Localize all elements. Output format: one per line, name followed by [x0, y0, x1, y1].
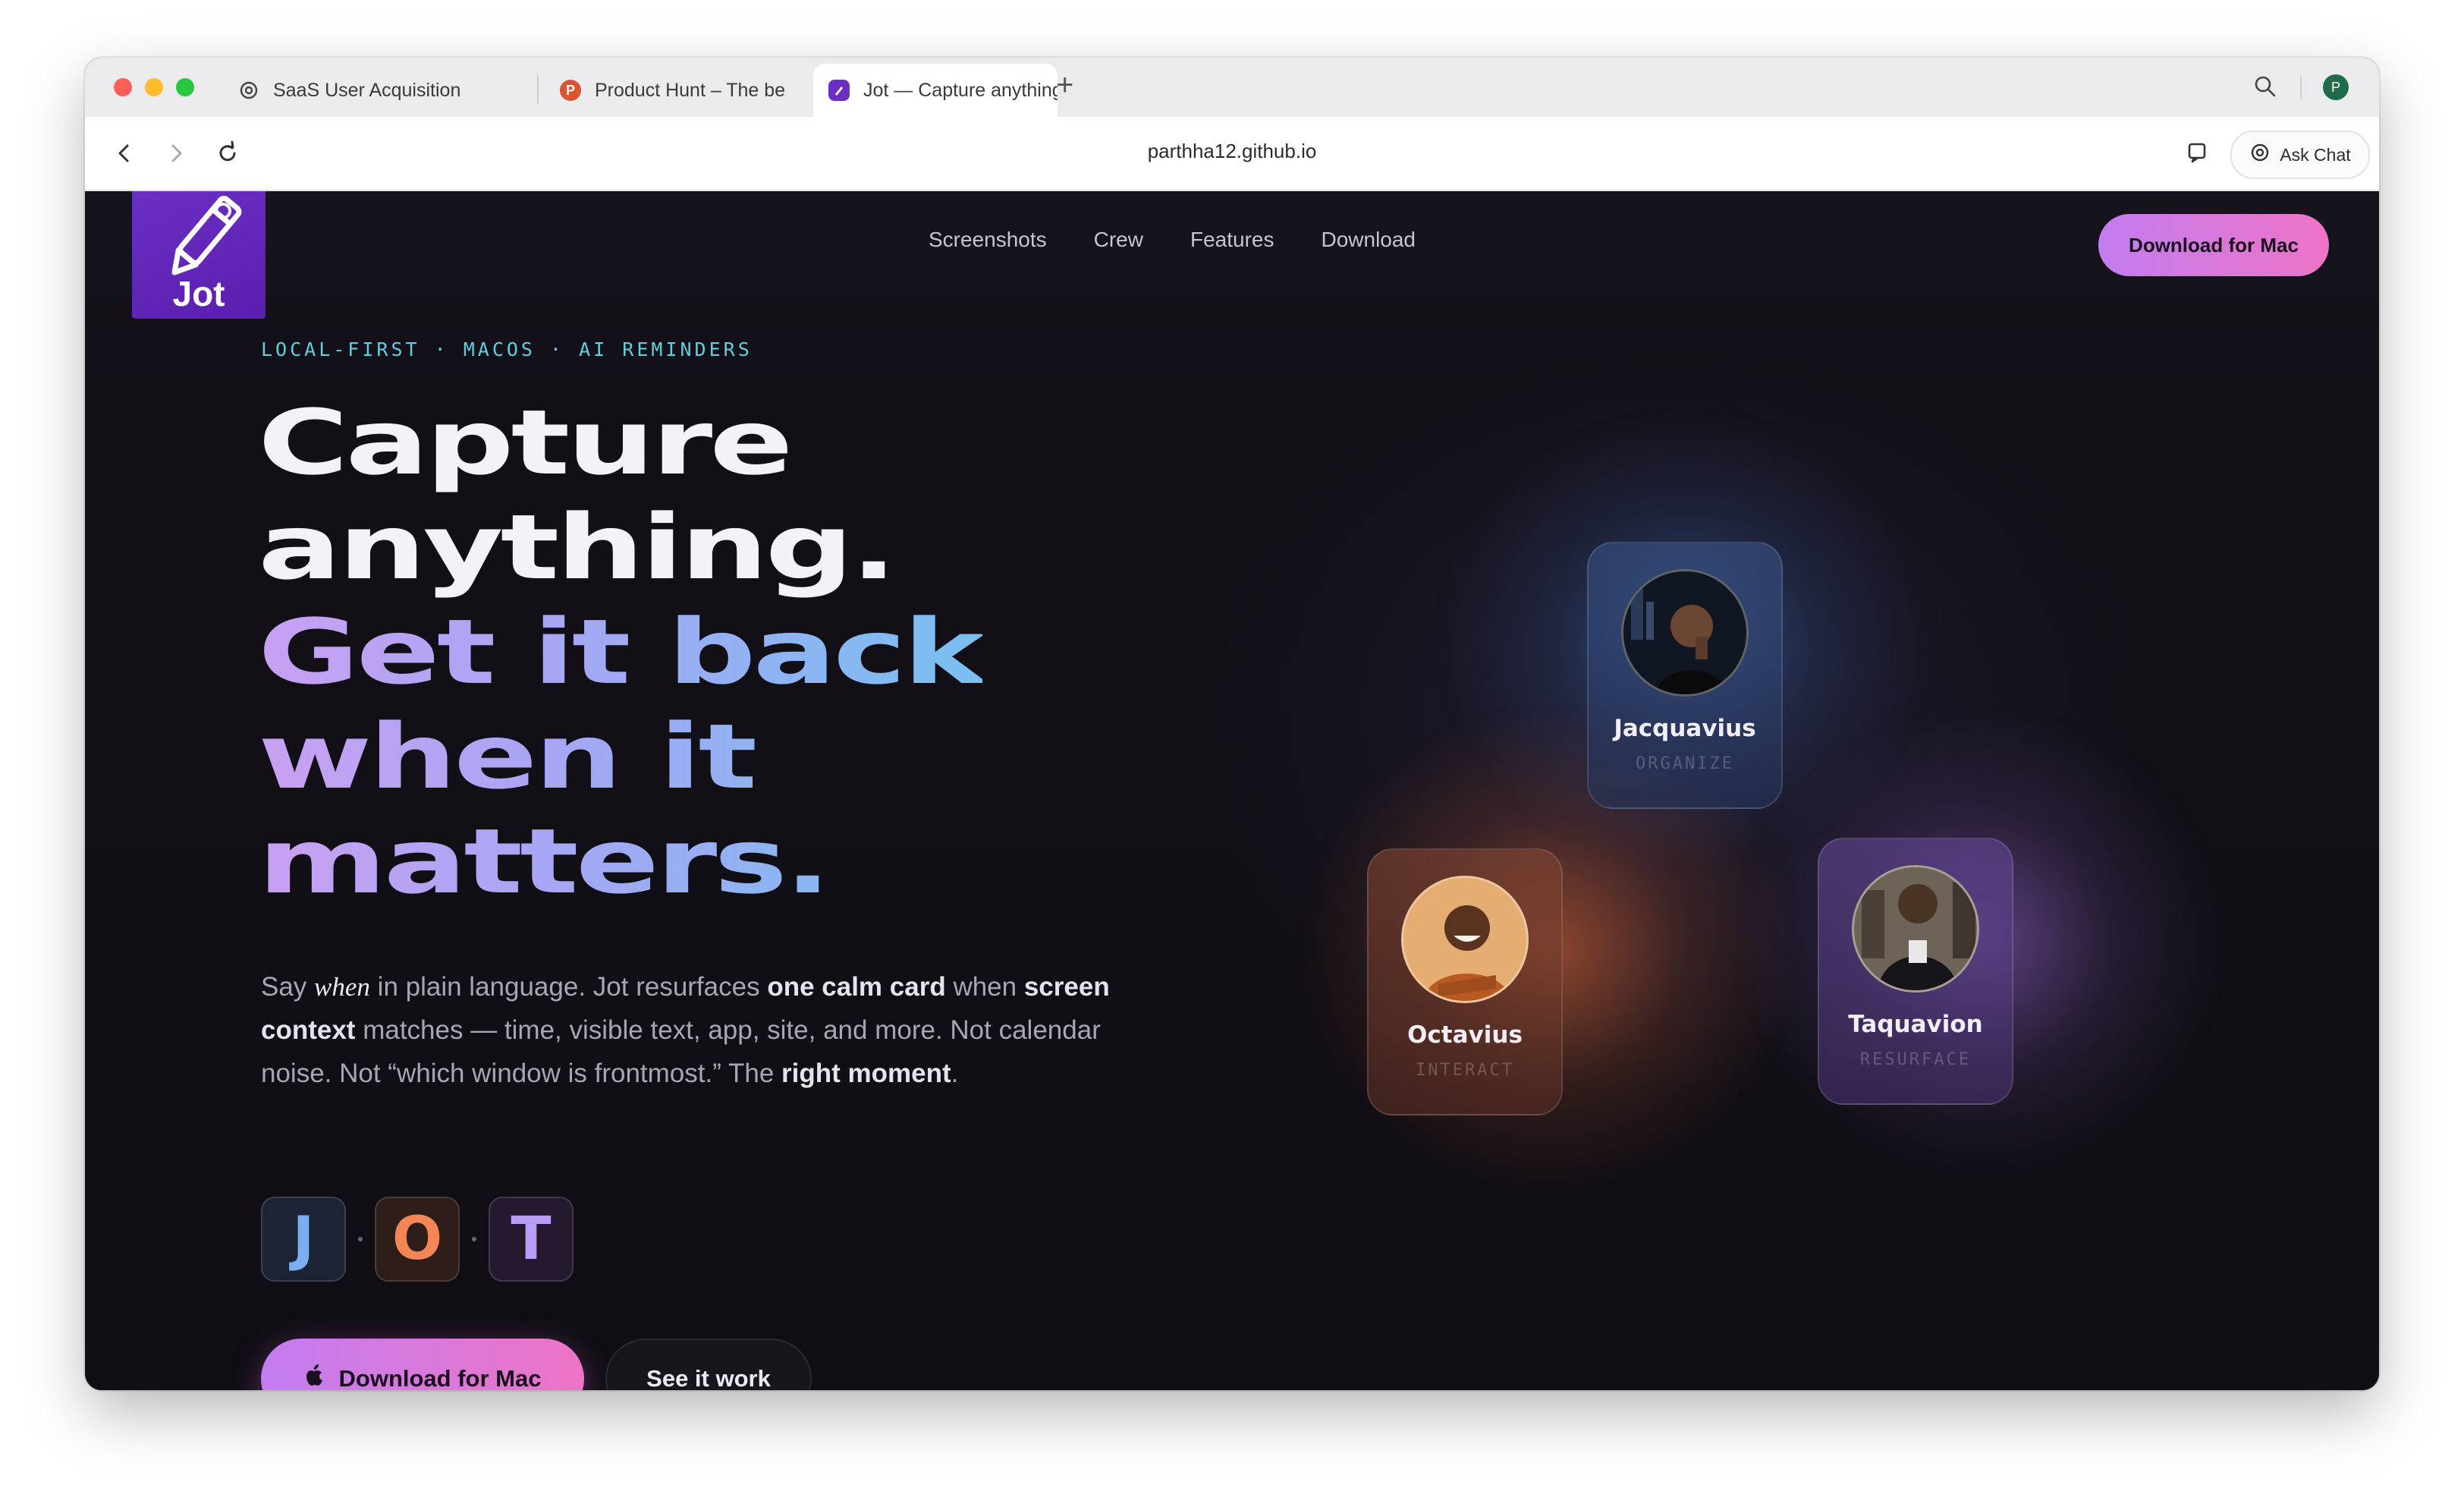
tab-divider — [537, 74, 539, 103]
site-nav: Screenshots Crew Features Download — [929, 228, 1416, 252]
nav-link-screenshots[interactable]: Screenshots — [929, 228, 1047, 252]
tab-bar: SaaS User Acquisition P Product Hunt – T… — [85, 58, 2379, 117]
product-hunt-icon: P — [560, 80, 581, 101]
letter-tile-o[interactable]: O — [375, 1197, 460, 1282]
hero-eyebrow: LOCAL-FIRST · MACOS · AI REMINDERS — [261, 338, 753, 360]
headline-line: Capture — [258, 390, 794, 495]
lede-text: . — [951, 1059, 959, 1088]
see-it-work-button[interactable]: See it work — [605, 1339, 812, 1390]
download-button-label: Download for Mac — [338, 1365, 542, 1390]
jot-icon — [828, 80, 850, 101]
close-window-button[interactable] — [114, 78, 132, 96]
header-download-button[interactable]: Download for Mac — [2098, 214, 2329, 276]
page-content: Jot Screenshots Crew Features Download D… — [85, 191, 2379, 1390]
tab-title: Product Hunt – The be — [595, 79, 786, 101]
logo-text: Jot — [172, 274, 225, 313]
ask-chat-button[interactable]: Ask Chat — [2230, 131, 2370, 179]
nav-link-features[interactable]: Features — [1190, 228, 1274, 252]
address-bar: parthha12.github.io Ask Chat — [85, 117, 2379, 191]
url-field[interactable]: parthha12.github.io — [85, 140, 2379, 163]
share-icon[interactable] — [2183, 138, 2211, 168]
tab-title: Jot — Capture anything — [863, 79, 1058, 101]
headline-line: anything. — [258, 495, 897, 599]
lede-text: when — [945, 972, 1024, 1002]
crew-name: Jacquavius — [1614, 715, 1756, 742]
tab-jot-active[interactable]: Jot — Capture anything — [813, 64, 1058, 117]
lede-bold: right moment — [781, 1059, 951, 1088]
download-for-mac-button[interactable]: Download for Mac — [261, 1339, 584, 1390]
crew-card-octavius[interactable]: Octavius INTERACT — [1367, 848, 1563, 1115]
tab-title: SaaS User Acquisition — [273, 79, 461, 101]
search-icon[interactable] — [2253, 74, 2277, 102]
ask-chat-label: Ask Chat — [2280, 144, 2351, 165]
browser-window: SaaS User Acquisition P Product Hunt – T… — [85, 58, 2379, 1390]
avatar — [1852, 865, 1979, 993]
headline-line: Get it back — [258, 599, 985, 704]
crew-role: ORGANIZE — [1636, 754, 1734, 773]
letter-tile-j[interactable]: J — [261, 1197, 346, 1282]
crew-role: INTERACT — [1416, 1061, 1514, 1080]
crew-role: RESURFACE — [1859, 1050, 1972, 1069]
headline-line: when it — [258, 704, 982, 809]
lede-emphasis: when — [314, 972, 370, 1002]
avatar — [1621, 569, 1749, 697]
openai-icon — [238, 80, 259, 101]
hero-description: Say when in plain language. Jot resurfac… — [261, 965, 1171, 1095]
crew-card-jacquavius[interactable]: Jacquavius ORGANIZE — [1587, 542, 1783, 809]
headline-line: matters. — [258, 809, 982, 914]
tile-separator — [358, 1237, 363, 1241]
jot-logo[interactable]: Jot — [132, 191, 266, 319]
chat-icon — [2249, 142, 2271, 168]
lede-text: Say — [261, 972, 315, 1002]
lede-bold: one calm card — [767, 972, 946, 1002]
new-tab-button[interactable]: + — [1056, 70, 1073, 100]
crew-name: Taquavion — [1848, 1011, 1983, 1038]
letter-tile-t[interactable]: T — [489, 1197, 574, 1282]
tab-product-hunt[interactable]: P Product Hunt – The be — [552, 64, 803, 117]
nav-link-crew[interactable]: Crew — [1094, 228, 1143, 252]
nav-link-download[interactable]: Download — [1321, 228, 1416, 252]
avatar — [1401, 876, 1529, 1003]
crew-card-taquavion[interactable]: Taquavion RESURFACE — [1818, 838, 2013, 1105]
jot-letter-tiles: J O T — [261, 1197, 574, 1282]
lede-text: in plain language. Jot resurfaces — [369, 972, 768, 1002]
toolbar-divider — [2300, 76, 2302, 99]
site-header: Jot Screenshots Crew Features Download D… — [85, 191, 2379, 319]
crew-name: Octavius — [1407, 1021, 1523, 1049]
window-controls — [114, 78, 194, 96]
tab-saas-user-acquisition[interactable]: SaaS User Acquisition — [228, 64, 542, 117]
zoom-window-button[interactable] — [176, 78, 194, 96]
product-hunt-icon-letter: P — [565, 82, 575, 98]
profile-avatar[interactable]: P — [2323, 74, 2349, 100]
minimize-window-button[interactable] — [145, 78, 163, 96]
hero-headline: Capture anything. Get it back when it ma… — [258, 390, 985, 914]
lede-text: matches — time, visible text, app, site,… — [261, 1015, 1101, 1088]
tile-separator — [472, 1237, 476, 1241]
apple-icon — [304, 1364, 325, 1390]
